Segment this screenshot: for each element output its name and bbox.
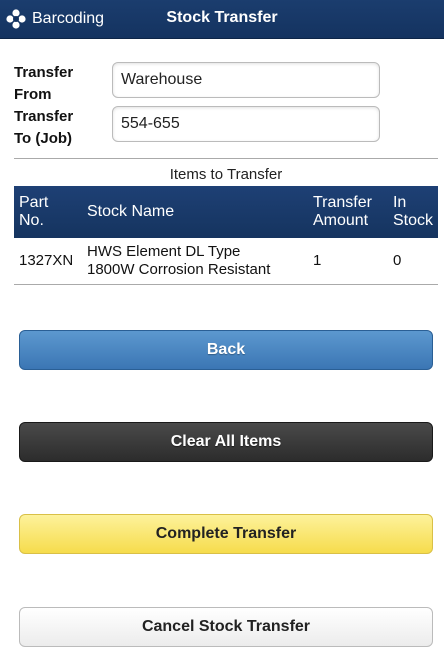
cell-stock-name-line2: 1800W Corrosion Resistant xyxy=(86,261,271,278)
cancel-stock-transfer-button[interactable]: Cancel Stock Transfer xyxy=(19,607,433,647)
transfer-from-label-line2: From xyxy=(14,86,52,103)
transfer-from-row: Transfer From xyxy=(14,62,384,103)
complete-transfer-button[interactable]: Complete Transfer xyxy=(19,514,433,554)
transfer-from-input[interactable] xyxy=(112,62,380,98)
column-amount-line2: Amount xyxy=(312,212,369,229)
column-stock-name: Stock Name xyxy=(86,203,175,220)
top-bar: Barcoding Stock Transfer xyxy=(0,0,444,39)
cell-part-no: 1327XN xyxy=(19,252,74,269)
brand-label: Barcoding xyxy=(32,10,105,27)
transfer-to-label-line1: Transfer xyxy=(14,108,74,125)
column-part-line2: No. xyxy=(19,212,44,229)
column-transfer-amount: Transfer Amount xyxy=(308,186,388,238)
back-button[interactable]: Back xyxy=(19,330,433,370)
clear-all-items-button[interactable]: Clear All Items xyxy=(19,422,433,462)
transfer-to-row: Transfer To (Job) xyxy=(14,106,384,150)
transfer-to-input[interactable] xyxy=(112,106,380,142)
column-amount-line1: Transfer xyxy=(312,194,372,211)
transfer-from-label: Transfer From xyxy=(14,62,104,106)
column-instock-line1: In xyxy=(392,194,407,211)
column-part-line1: Part xyxy=(19,194,49,211)
items-header-row: Part No. Stock Name Transfer Amount In S… xyxy=(14,186,438,238)
transfer-from-label-line1: Transfer xyxy=(14,64,74,81)
transfer-to-label: Transfer To (Job) xyxy=(14,106,104,150)
items-table: Part No. Stock Name Transfer Amount In S… xyxy=(14,186,438,285)
divider xyxy=(14,158,438,159)
table-row[interactable]: 1327XN HWS Element DL Type 1800W Corrosi… xyxy=(14,238,438,285)
items-caption: Items to Transfer xyxy=(169,166,283,183)
brand-link[interactable]: Barcoding xyxy=(6,8,104,30)
column-instock-line2: Stock xyxy=(392,212,433,229)
cell-transfer-amount: 1 xyxy=(312,252,322,269)
cell-in-stock: 0 xyxy=(392,252,402,269)
cell-stock-name-line1: HWS Element DL Type xyxy=(86,243,241,260)
barcoding-logo-icon xyxy=(6,9,26,29)
cell-stock-name: HWS Element DL Type 1800W Corrosion Resi… xyxy=(82,238,308,285)
transfer-to-label-line2: To (Job) xyxy=(14,130,73,147)
column-part-no: Part No. xyxy=(14,186,82,238)
column-in-stock: In Stock xyxy=(388,186,438,238)
